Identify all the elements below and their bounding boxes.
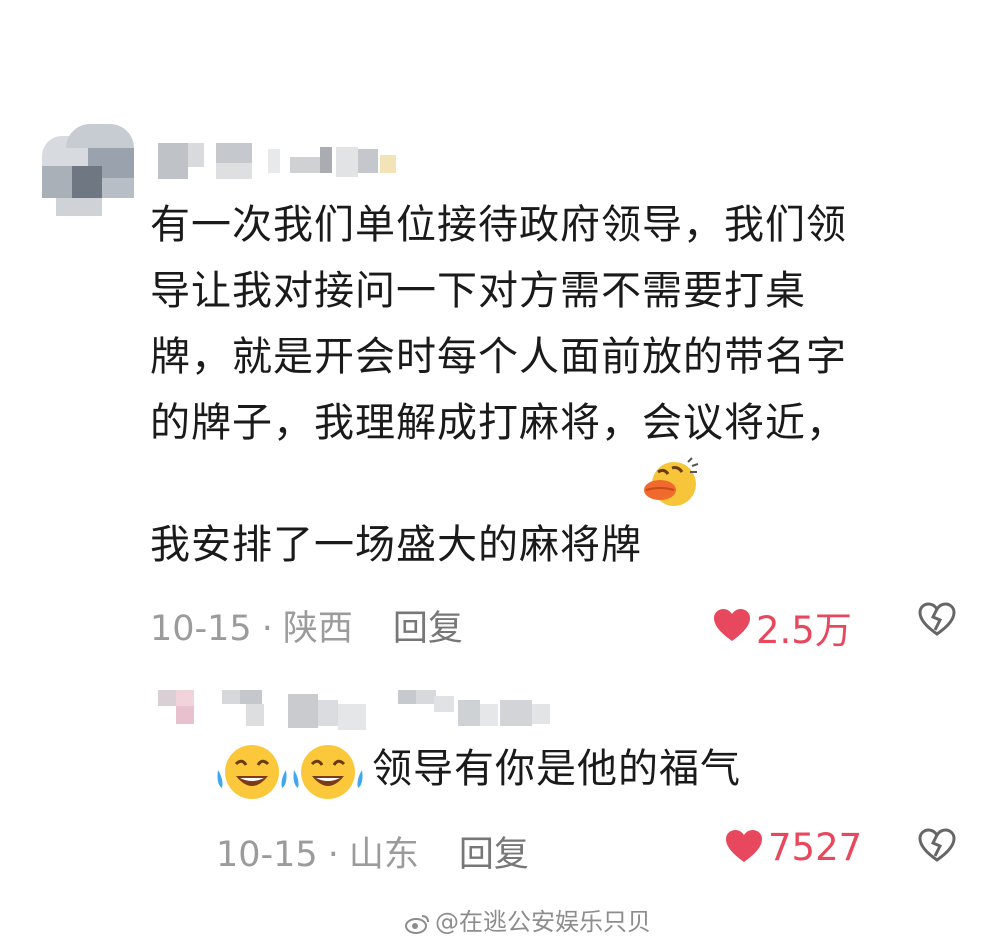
like-button[interactable]: 2.5万: [712, 600, 852, 654]
meta-separator: ·: [327, 835, 339, 875]
broken-heart-icon: [918, 602, 956, 640]
weibo-logo-icon: [405, 912, 431, 940]
reply-username-blurred[interactable]: [222, 690, 557, 736]
dislike-button[interactable]: [918, 602, 956, 640]
reply-avatar[interactable]: [158, 690, 208, 730]
comment-date: 10-15: [150, 609, 252, 649]
heart-icon: [712, 607, 752, 647]
avatar[interactable]: [42, 124, 134, 216]
laughing-duck-emoji-icon: [642, 456, 700, 508]
comment-meta: 10-15 · 陕西 回复: [150, 600, 463, 651]
reply-like-count: 7527: [768, 826, 863, 869]
reply-location: 山东: [348, 835, 419, 875]
reply-button[interactable]: 回复: [393, 609, 463, 649]
reply-meta: 10-15 · 山东 回复: [216, 826, 529, 877]
reply-reply-button[interactable]: 回复: [459, 835, 529, 875]
broken-heart-icon: [918, 828, 956, 866]
like-count: 2.5万: [756, 609, 852, 652]
reply-like-button[interactable]: 7527: [724, 826, 862, 869]
tears-of-joy-emoji-icon: [214, 740, 364, 808]
reply-date: 10-15: [216, 835, 318, 875]
watermark: @在逃公安娱乐只贝: [405, 902, 651, 940]
heart-icon: [724, 828, 764, 868]
reply-text: 领导有你是他的福气: [372, 746, 741, 792]
reply-dislike-button[interactable]: [918, 828, 956, 866]
comment-text: 有一次我们单位接待政府领导，我们领 导让我对接问一下对方需不需要打桌 牌，就是开…: [150, 202, 847, 568]
username-blurred[interactable]: [158, 135, 403, 183]
comment-location: 陕西: [282, 609, 353, 649]
meta-separator: ·: [261, 609, 273, 649]
watermark-text: @在逃公安娱乐只贝: [435, 908, 651, 936]
